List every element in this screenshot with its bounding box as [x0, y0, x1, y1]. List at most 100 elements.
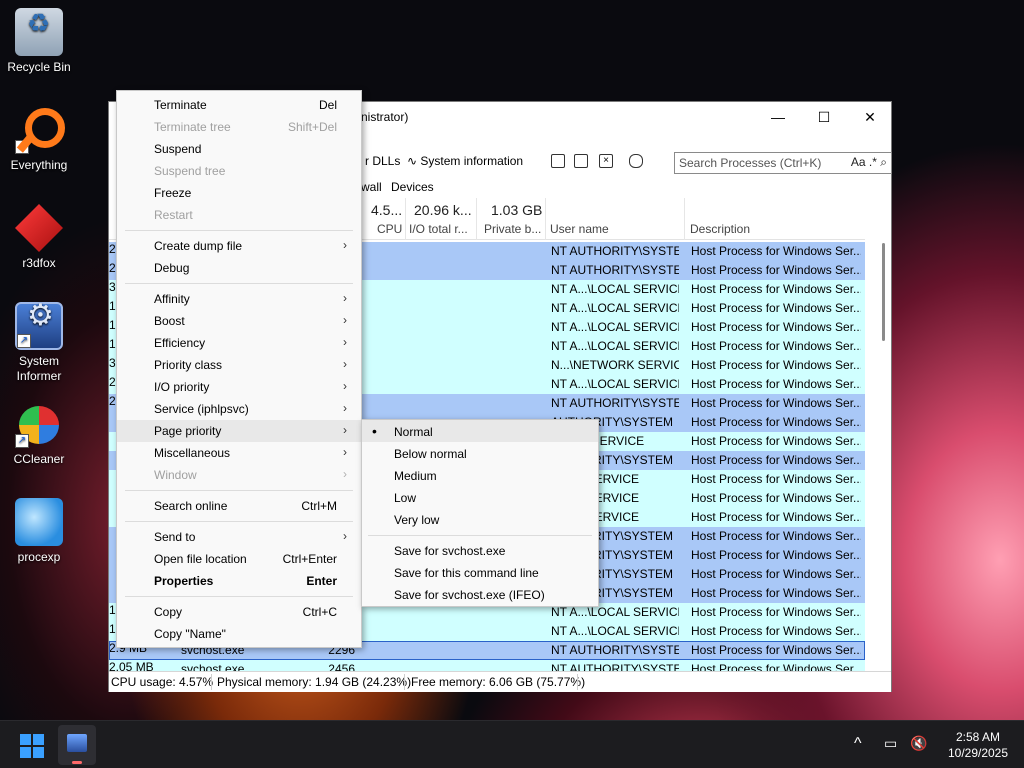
close-window-icon[interactable]: ×	[599, 154, 613, 168]
minimize-button[interactable]: —	[755, 102, 801, 132]
desktop-icon-everything[interactable]: ↗ Everything	[1, 106, 77, 173]
tab-devices[interactable]: Devices	[391, 180, 434, 194]
menu-item-freeze[interactable]: Freeze	[117, 182, 361, 204]
search-processes-input[interactable]: Search Processes (Ctrl+K) Aa .* ⌕	[674, 152, 892, 174]
menu-item-debug[interactable]: Debug	[117, 257, 361, 279]
shortcut-arrow-icon: ↗	[17, 334, 31, 348]
column-divider[interactable]	[545, 198, 546, 240]
chevron-right-icon: ›	[343, 529, 347, 543]
chevron-right-icon: ›	[343, 238, 347, 252]
io-column-header[interactable]: I/O total r...	[409, 222, 468, 236]
menu-item-miscellaneous[interactable]: Miscellaneous ›	[117, 442, 361, 464]
menu-item-suspend[interactable]: Suspend	[117, 138, 361, 160]
system-information-button[interactable]: ∿ System information	[407, 154, 523, 168]
volume-muted-icon[interactable]: 🔇	[910, 735, 927, 752]
user-name: NT A...\LOCAL SERVICE	[551, 624, 679, 638]
private-bytes-column-header[interactable]: Private b...	[484, 222, 541, 236]
chevron-right-icon: ›	[343, 467, 347, 481]
menu-item-priority-class[interactable]: Priority class ›	[117, 354, 361, 376]
description: Host Process for Windows Ser...	[691, 491, 861, 505]
menu-item-copy[interactable]: Copy Ctrl+C	[117, 601, 361, 623]
menu-item-label: Page priority	[154, 424, 222, 438]
vertical-scrollbar[interactable]	[877, 241, 891, 671]
description: Host Process for Windows Ser...	[691, 510, 861, 524]
desktop-icon-recycle-bin[interactable]: Recycle Bin	[1, 8, 77, 75]
desktop-icon-ccleaner[interactable]: ↗ CCleaner	[1, 400, 77, 467]
submenu-item-medium[interactable]: Medium	[362, 464, 598, 486]
system-clock[interactable]: 2:58 AM 10/29/2025	[938, 729, 1018, 761]
column-divider[interactable]	[476, 198, 477, 240]
description: Host Process for Windows Ser...	[691, 282, 861, 296]
close-button[interactable]: ✕	[847, 102, 893, 132]
menu-separator	[125, 230, 353, 231]
submenu-item-save-for-svchost-exe[interactable]: Save for svchost.exe	[362, 539, 598, 561]
find-window-icon[interactable]	[574, 154, 588, 168]
menu-item-label: Efficiency	[154, 336, 206, 350]
procexp-icon	[15, 498, 63, 546]
menu-item-copy-name[interactable]: Copy "Name"	[117, 623, 361, 645]
table-row[interactable]: svchost.exe 2456 2.05 MB NT AUTHORITY\SYSTE…	[109, 660, 865, 671]
user-name: NT AUTHORITY\SYSTEM	[551, 643, 679, 657]
submenu-item-label: Medium	[394, 469, 437, 483]
submenu-item-normal[interactable]: • Normal	[362, 420, 598, 442]
tab-firewall[interactable]: wall	[361, 180, 382, 194]
desktop-icon-r3dfox[interactable]: r3dfox	[1, 204, 77, 271]
menu-item-page-priority[interactable]: Page priority ›	[117, 420, 361, 442]
user-name-column-header[interactable]: User name	[550, 222, 609, 236]
system-informer-icon	[67, 734, 87, 752]
private-total: 1.03 GB	[491, 202, 543, 218]
desktop-icon-procexp[interactable]: procexp	[1, 498, 77, 565]
submenu-item-very-low[interactable]: Very low	[362, 508, 598, 530]
description: Host Process for Windows Ser...	[691, 244, 861, 258]
description: Host Process for Windows Ser...	[691, 586, 861, 600]
submenu-item-save-for-this-command-line[interactable]: Save for this command line	[362, 561, 598, 583]
windows-logo-icon	[33, 747, 44, 758]
cpu-column-header[interactable]: CPU	[377, 222, 402, 236]
submenu-item-low[interactable]: Low	[362, 486, 598, 508]
maximize-button[interactable]: ☐	[801, 102, 847, 132]
user-name: NT A...\LOCAL SERVICE	[551, 320, 679, 334]
shortcut-arrow-icon: ↗	[15, 140, 29, 154]
desktop-icon-system-informer[interactable]: ↗ System Informer	[1, 302, 77, 384]
menu-item-shortcut: Shift+Del	[287, 120, 337, 134]
find-handles-dlls-button[interactable]: r DLLs	[365, 154, 400, 168]
column-divider[interactable]	[684, 198, 685, 240]
desktop-icon-label: procexp	[17, 550, 61, 564]
menu-item-label: Terminate	[154, 98, 207, 112]
taskbar-app-system-informer[interactable]	[58, 725, 96, 765]
submenu-item-below-normal[interactable]: Below normal	[362, 442, 598, 464]
windows-logo-icon	[20, 747, 31, 758]
menu-item-shortcut: Ctrl+C	[302, 605, 337, 619]
shield-icon[interactable]	[629, 154, 643, 168]
scrollbar-thumb[interactable]	[882, 243, 885, 341]
user-name: NT A...\LOCAL SERVICE	[551, 605, 679, 619]
menu-item-window: Window ›	[117, 464, 361, 486]
selected-bullet-icon: •	[372, 423, 377, 439]
menu-item-i-o-priority[interactable]: I/O priority ›	[117, 376, 361, 398]
start-button[interactable]	[20, 734, 44, 758]
menu-item-terminate[interactable]: Terminate Del	[117, 94, 361, 116]
tray-overflow-chevron-icon[interactable]: ^	[854, 735, 862, 753]
menu-item-send-to[interactable]: Send to ›	[117, 526, 361, 548]
description-column-header[interactable]: Description	[690, 222, 750, 236]
menu-item-affinity[interactable]: Affinity ›	[117, 288, 361, 310]
menu-item-create-dump-file[interactable]: Create dump file ›	[117, 235, 361, 257]
status-divider	[577, 674, 578, 690]
user-name: NT AUTHORITY\SYSTEM	[551, 662, 679, 671]
menu-item-label: Create dump file	[154, 239, 243, 253]
desktop-icon-label: Recycle Bin	[7, 60, 71, 74]
menu-item-open-file-location[interactable]: Open file location Ctrl+Enter	[117, 548, 361, 570]
network-icon[interactable]: ▭	[884, 735, 897, 752]
menu-item-properties[interactable]: Properties Enter	[117, 570, 361, 592]
menu-item-boost[interactable]: Boost ›	[117, 310, 361, 332]
menu-item-label: Properties	[154, 574, 214, 588]
column-divider[interactable]	[405, 198, 406, 240]
window-icon[interactable]	[551, 154, 565, 168]
menu-item-label: Open file location	[154, 552, 247, 566]
search-options-icon[interactable]: Aa .* ⌕	[851, 155, 887, 170]
submenu-item-save-for-svchost-exe-ifeo[interactable]: Save for svchost.exe (IFEO)	[362, 583, 598, 605]
menu-item-service-iphlpsvc[interactable]: Service (iphlpsvc) ›	[117, 398, 361, 420]
menu-item-search-online[interactable]: Search online Ctrl+M	[117, 495, 361, 517]
menu-item-efficiency[interactable]: Efficiency ›	[117, 332, 361, 354]
cpu-total: 4.5...	[371, 202, 403, 218]
